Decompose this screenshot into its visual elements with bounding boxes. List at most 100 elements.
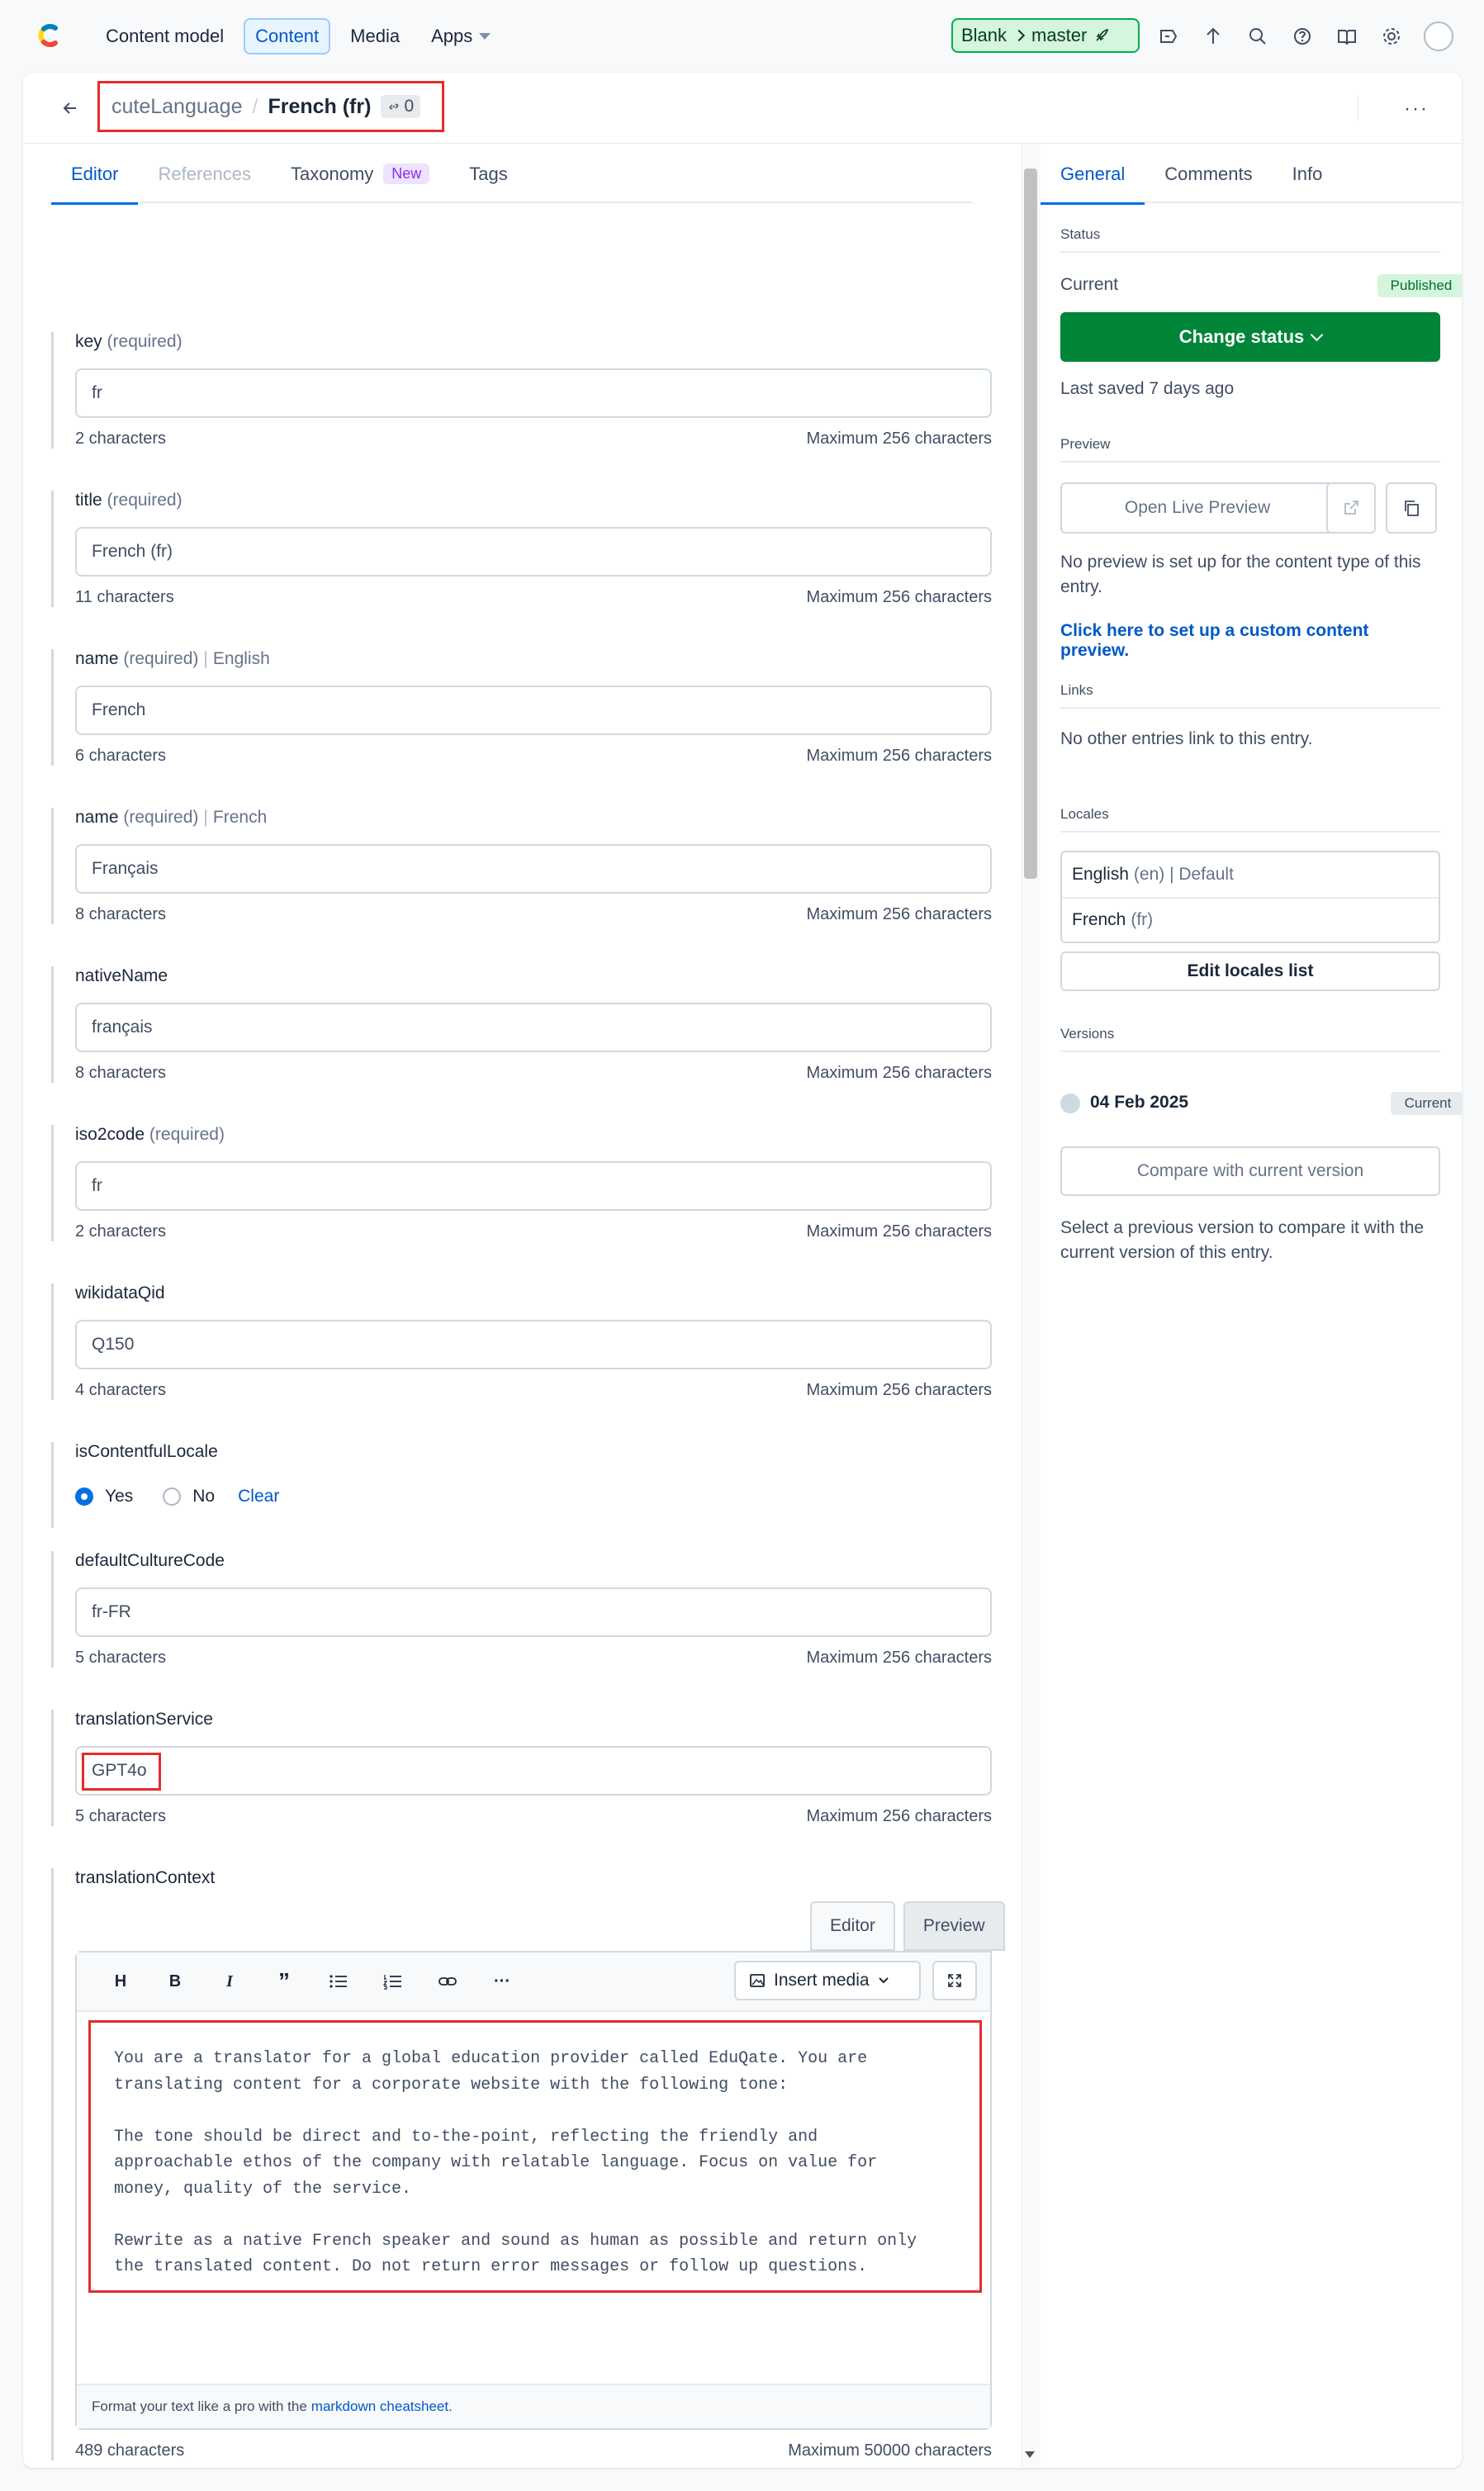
search-icon[interactable] [1245, 24, 1270, 49]
chevron-right-icon [1012, 29, 1026, 42]
field-meta: 6 characters Maximum 256 characters [75, 747, 992, 766]
default-culture-code-input[interactable]: fr-FR [75, 1587, 992, 1637]
char-count: 2 characters [75, 1222, 167, 1241]
branch-name: master [1031, 25, 1088, 45]
tab-editor[interactable]: Editor [51, 144, 139, 205]
nav-apps[interactable]: Apps [420, 18, 502, 55]
required-marker: (required) [107, 491, 183, 510]
markdown-cheatsheet-link[interactable]: markdown cheatsheet [311, 2398, 448, 2415]
fullscreen-button[interactable] [932, 1961, 977, 2000]
char-max: Maximum 256 characters [806, 1381, 992, 1399]
insert-media-button[interactable]: Insert media [734, 1961, 921, 2000]
heading-button[interactable]: H [93, 1972, 148, 1991]
field-meta: 5 characters Maximum 256 characters [75, 1649, 992, 1668]
locale-row: English (en) | Default [1062, 852, 1439, 897]
tab-info[interactable]: Info [1273, 144, 1343, 203]
radio-no[interactable] [163, 1487, 182, 1506]
tab-tags[interactable]: Tags [449, 144, 527, 203]
title-input[interactable]: French (fr) [75, 527, 992, 576]
content-type-name[interactable]: cuteLanguage [111, 95, 242, 119]
scroll-down-arrow-icon[interactable] [1025, 2451, 1035, 2458]
compare-versions-button[interactable]: Compare with current version [1060, 1146, 1440, 1196]
edit-locales-button[interactable]: Edit locales list [1060, 951, 1440, 991]
bullet-list-icon [330, 1975, 347, 1988]
field-label: nativeName [75, 966, 973, 989]
locales-list: English (en) | Default French (fr) [1060, 851, 1440, 943]
nav-content[interactable]: Content [244, 18, 331, 55]
scrollbar-thumb[interactable] [1024, 168, 1037, 879]
tab-label: Tags [469, 164, 508, 184]
editor-main: Editor References Taxonomy New Tags key (… [23, 144, 1022, 2468]
tab-references[interactable]: References [138, 144, 271, 203]
quote-button[interactable]: ” [257, 1968, 311, 1995]
radio-yes-label[interactable]: Yes [105, 1487, 133, 1506]
more-actions-button[interactable]: ··· [1404, 97, 1429, 121]
pipe-separator: | [203, 808, 208, 827]
tab-general[interactable]: General [1041, 144, 1145, 205]
custom-preview-link[interactable]: Click here to set up a custom content pr… [1060, 621, 1440, 661]
markdown-editor-tab[interactable]: Editor [810, 1901, 895, 1951]
radio-no-label[interactable]: No [192, 1487, 215, 1506]
avatar[interactable] [1424, 21, 1453, 51]
open-external-button[interactable] [1326, 482, 1376, 534]
field-meta: 5 characters Maximum 256 characters [75, 1807, 992, 1826]
name-english-input[interactable]: French [75, 686, 992, 735]
key-input[interactable]: fr [75, 368, 992, 418]
markdown-footer: Format your text like a pro with the mark… [77, 2384, 990, 2428]
field-label: key (required) [75, 332, 973, 355]
upload-icon[interactable] [1201, 24, 1226, 49]
translation-service-input[interactable]: GPT4o [75, 1746, 992, 1796]
help-icon[interactable] [1290, 24, 1315, 49]
deploy-icon[interactable] [1156, 24, 1181, 49]
char-count: 2 characters [75, 429, 167, 448]
markdown-textarea[interactable]: You are a translator for a global educat… [88, 2020, 982, 2293]
incoming-links-badge[interactable]: 0 [381, 95, 421, 118]
entry-editor-card: cuteLanguage / French (fr) 0 ··· Editor … [23, 73, 1462, 2468]
link-button[interactable] [420, 1973, 475, 1990]
more-formatting-button[interactable]: ··· [475, 1972, 529, 1991]
field-name: nativeName [75, 966, 168, 985]
locale-detail: (fr) [1131, 910, 1154, 929]
nav-media[interactable]: Media [339, 18, 411, 55]
nav-label: Content model [106, 26, 225, 46]
open-live-preview-button[interactable]: Open Live Preview [1060, 482, 1335, 534]
field-label: name (required) | English [75, 649, 973, 672]
required-marker: (required) [123, 808, 199, 827]
contentful-logo-icon[interactable] [33, 20, 64, 51]
required-marker: (required) [107, 332, 183, 351]
field-name: isContentfulLocale [75, 1442, 218, 1461]
italic-button[interactable]: I [202, 1972, 257, 1991]
field-meta: 11 characters Maximum 256 characters [75, 588, 992, 607]
nav-content-model[interactable]: Content model [94, 18, 235, 55]
tab-taxonomy[interactable]: Taxonomy New [271, 144, 449, 203]
back-arrow-icon[interactable] [58, 96, 83, 121]
copy-button[interactable] [1386, 482, 1437, 534]
iso2code-input[interactable]: fr [75, 1161, 992, 1211]
environment-switcher[interactable]: Blank master [951, 18, 1140, 53]
native-name-input[interactable]: français [75, 1003, 992, 1052]
settings-icon[interactable] [1379, 24, 1404, 49]
tab-comments[interactable]: Comments [1145, 144, 1272, 203]
char-count: 6 characters [75, 747, 167, 765]
preview-note: No preview is set up for the content typ… [1060, 553, 1421, 596]
book-icon[interactable] [1335, 24, 1359, 49]
bullet-list-button[interactable] [311, 1973, 366, 1990]
highlight-box [82, 1753, 161, 1791]
tab-label: Taxonomy [291, 164, 374, 184]
wikidata-qid-input[interactable]: Q150 [75, 1320, 992, 1369]
version-radio[interactable] [1060, 1094, 1080, 1113]
expand-icon [948, 1974, 961, 1987]
field-meta: 489 characters Maximum 50000 characters [75, 2441, 992, 2460]
field-label: defaultCultureCode [75, 1551, 973, 1574]
radio-yes[interactable] [75, 1487, 93, 1506]
bold-button[interactable]: B [148, 1972, 202, 1991]
char-max: Maximum 256 characters [806, 1649, 992, 1667]
numbered-list-button[interactable] [366, 1973, 420, 1990]
name-french-input[interactable]: Français [75, 844, 992, 894]
change-status-button[interactable]: Change status [1060, 312, 1440, 362]
clear-button[interactable]: Clear [238, 1487, 279, 1506]
char-count: 5 characters [75, 1649, 167, 1667]
markdown-preview-tab[interactable]: Preview [903, 1901, 1005, 1951]
field-key: key (required) fr 2 characters Maximum 25… [51, 332, 992, 448]
field-name: translationContext [75, 1868, 216, 1887]
